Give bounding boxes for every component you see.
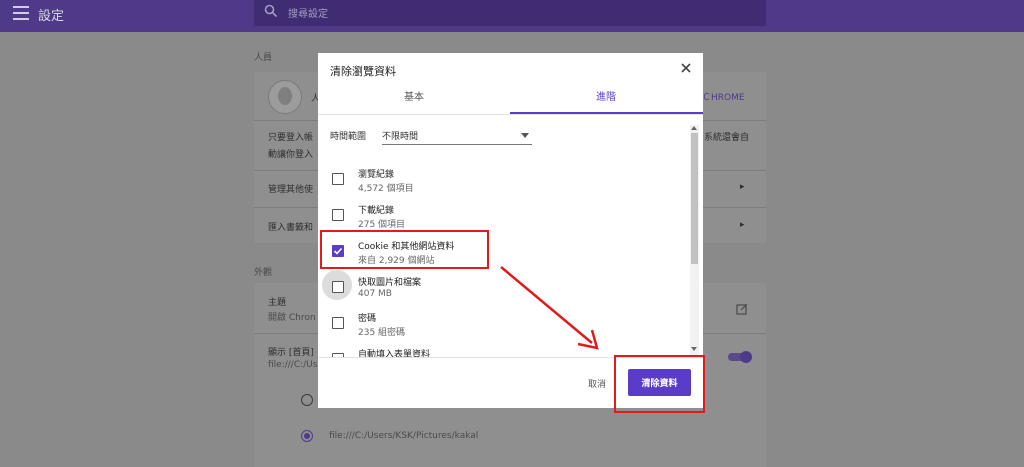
downloads-checkbox[interactable] [332, 209, 344, 221]
history-checkbox[interactable] [332, 173, 344, 185]
item-subtitle: 235 組密碼 [358, 328, 406, 338]
time-range-label: 時間範圍 [330, 132, 367, 142]
item-subtitle: 4,572 個項目 [358, 184, 414, 194]
dialog-title: 清除瀏覽資料 [330, 65, 396, 78]
appearance-section-heading: 外觀 [254, 268, 273, 278]
divider [318, 114, 703, 115]
time-range-select[interactable]: 不限時間 [382, 124, 532, 145]
home-url-value[interactable]: file:///C:/Users/KSK/Pictures/kakal [329, 431, 478, 441]
scrollbar-thumb[interactable] [691, 133, 698, 264]
annotation-highlight-clear-button [614, 355, 705, 413]
item-title: 自動填入表單資料 [358, 350, 431, 357]
search-box[interactable]: 搜尋設定 [254, 0, 766, 26]
home-button-title: 顯示 [首頁] [268, 348, 314, 358]
menu-icon[interactable] [13, 6, 29, 20]
manage-other-people[interactable]: 管理其他使 [268, 182, 313, 195]
passwords-checkbox[interactable] [332, 317, 344, 329]
search-icon [264, 4, 278, 18]
item-title: 下載紀錄 [358, 206, 395, 216]
list-item-cache[interactable]: 快取圖片和檔案 407 MB [318, 269, 688, 305]
close-icon[interactable] [679, 61, 693, 75]
item-title: 密碼 [358, 314, 377, 324]
annotation-highlight-cookies [320, 230, 489, 269]
radio-new-tab[interactable] [301, 394, 313, 406]
time-range-value: 不限時間 [382, 132, 419, 142]
person-icon [278, 87, 292, 105]
home-toggle-knob [740, 351, 752, 363]
list-item-history[interactable]: 瀏覽紀錄 4,572 個項目 [318, 161, 688, 197]
list-item-passwords[interactable]: 密碼 235 組密碼 [318, 305, 688, 341]
scroll-down-arrow-icon[interactable] [691, 347, 697, 351]
app-title: 設定 [38, 9, 65, 24]
radio-custom-url[interactable] [301, 430, 313, 442]
sync-link[interactable]: ＣHROME [702, 90, 745, 103]
tab-advanced[interactable]: 進階 [510, 83, 702, 113]
search-input[interactable]: 搜尋設定 [288, 5, 328, 20]
avatar [268, 80, 302, 114]
chevron-right-icon: ▸ [740, 182, 745, 192]
sync-description-line2: 動讓你登入 [268, 150, 314, 160]
sync-description-right: 系統還會自 [704, 133, 750, 143]
theme-title: 主題 [268, 298, 287, 308]
list-item-downloads[interactable]: 下載紀錄 275 個項目 [318, 197, 688, 233]
cache-checkbox[interactable] [332, 281, 344, 293]
item-subtitle: 407 MB [358, 289, 392, 299]
scroll-up-arrow-icon[interactable] [691, 126, 697, 130]
item-title: 瀏覽紀錄 [358, 170, 395, 180]
chevron-right-icon: ▸ [740, 220, 745, 230]
item-subtitle: 275 個項目 [358, 220, 406, 230]
cancel-button[interactable]: 取消 [582, 371, 612, 395]
item-title: 快取圖片和檔案 [358, 278, 422, 288]
open-external-icon[interactable] [736, 303, 748, 315]
top-bar: 設定 搜尋設定 [0, 0, 1024, 32]
dropdown-arrow-icon [521, 133, 529, 138]
people-section-heading: 人員 [254, 53, 273, 63]
home-button-subtitle: file:///C:/Us [268, 360, 318, 370]
import-bookmarks[interactable]: 匯入書籤和 [268, 220, 313, 233]
tab-basic[interactable]: 基本 [318, 83, 510, 113]
theme-subtitle: 開啟 Chron [268, 313, 316, 323]
sync-description: 只要登入帳 [268, 133, 314, 143]
